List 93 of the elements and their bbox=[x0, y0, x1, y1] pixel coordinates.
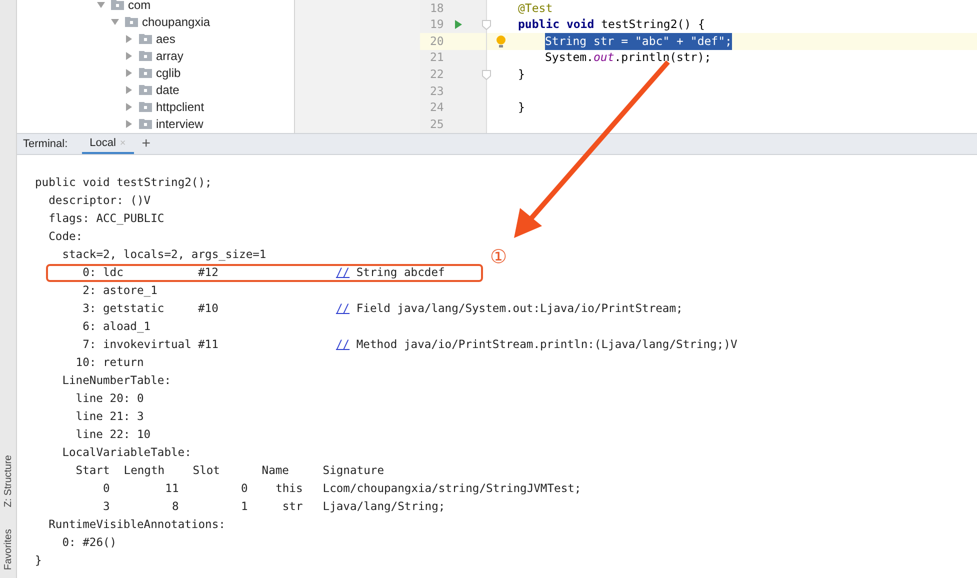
tree-item-label[interactable]: cglib bbox=[156, 64, 181, 82]
table-cell-text: 0 bbox=[102, 480, 110, 497]
line-number: 20 bbox=[430, 32, 445, 50]
tree-item-label[interactable]: aes bbox=[156, 30, 176, 48]
code-token: } bbox=[518, 66, 525, 84]
table-cell-text: Lcom/choupangxia/string/StringJVMTest; bbox=[322, 480, 582, 497]
table-cell-text: str bbox=[281, 498, 303, 515]
tool-window-tab[interactable]: Favorites bbox=[0, 528, 16, 570]
run-icon[interactable] bbox=[454, 20, 462, 30]
line-number: 23 bbox=[430, 82, 445, 100]
table-header: Length bbox=[124, 462, 166, 479]
line-number: 22 bbox=[430, 66, 445, 84]
terminal-line: 0: #26() bbox=[62, 534, 117, 551]
instruction-opcode: aload_1 bbox=[102, 318, 152, 335]
instruction-operand: #12 bbox=[198, 264, 220, 281]
tree-item-label[interactable]: com bbox=[128, 0, 151, 14]
instruction-comment: String abcdef bbox=[356, 264, 445, 281]
comment-link[interactable]: // bbox=[336, 336, 350, 354]
folder-icon bbox=[139, 118, 152, 129]
line-number: 21 bbox=[430, 49, 445, 66]
code-token: .println(str); bbox=[614, 49, 712, 66]
terminal-line: descriptor: ()V bbox=[48, 192, 151, 209]
folder-icon bbox=[139, 67, 152, 78]
lightbulb-icon[interactable] bbox=[496, 34, 506, 48]
tree-item-label[interactable]: interview bbox=[156, 114, 204, 132]
table-cell-text: this bbox=[274, 480, 303, 497]
add-tab-button[interactable]: + bbox=[142, 132, 151, 156]
terminal-line: } bbox=[35, 552, 42, 569]
code-token: public void bbox=[518, 16, 596, 34]
table-cell-text: 0 bbox=[240, 480, 248, 497]
tree-item-label[interactable]: httpclient bbox=[156, 98, 204, 116]
folder-icon bbox=[139, 50, 152, 61]
callout-number: ① bbox=[490, 245, 508, 270]
instruction-opcode: getstatic bbox=[102, 300, 166, 317]
terminal-line: line 20: 0 bbox=[76, 390, 144, 407]
instruction-opcode: return bbox=[102, 354, 145, 371]
instruction-comment: Method java/io/PrintStream.println:(Ljava/lang/String;)V bbox=[356, 336, 738, 353]
table-cell-text: 1 bbox=[240, 498, 248, 515]
instruction-index: 3: bbox=[82, 300, 96, 317]
terminal-line: LocalVariableTable: bbox=[62, 444, 192, 461]
tool-window-tab[interactable]: Z: Structure bbox=[0, 454, 16, 507]
terminal-line: line 22: 10 bbox=[76, 426, 151, 443]
line-number: 19 bbox=[430, 16, 445, 34]
terminal-line: stack=2, locals=2, args_size=1 bbox=[62, 246, 266, 263]
line-number: 18 bbox=[430, 0, 445, 17]
code-token: System. bbox=[545, 49, 594, 66]
code-token: out bbox=[593, 49, 614, 66]
code-token: testString2() { bbox=[601, 16, 705, 34]
expand-arrow-icon[interactable] bbox=[97, 0, 107, 8]
terminal-label: Terminal: bbox=[23, 136, 68, 152]
instruction-index: 7: bbox=[82, 336, 96, 353]
terminal-line: LineNumberTable: bbox=[62, 372, 172, 389]
table-cell-text: 3 bbox=[102, 498, 110, 515]
table-cell-text: 11 bbox=[164, 480, 179, 497]
terminal-line: RuntimeVisibleAnnotations: bbox=[48, 516, 226, 533]
table-header: Start bbox=[76, 462, 110, 479]
terminal-tab[interactable]: Local × bbox=[82, 134, 134, 154]
code-token: String str = "abc" + "def"; bbox=[545, 32, 732, 50]
folder-icon bbox=[139, 84, 152, 95]
table-header: Signature bbox=[322, 462, 384, 479]
terminal-line: Code: bbox=[48, 228, 83, 245]
instruction-index: 2: bbox=[82, 282, 96, 299]
comment-link[interactable]: // bbox=[336, 300, 350, 318]
instruction-operand: #11 bbox=[198, 336, 220, 353]
expand-arrow-icon[interactable] bbox=[111, 18, 121, 26]
instruction-index: 0: bbox=[82, 264, 96, 281]
instruction-comment: Field java/lang/System.out:Ljava/io/PrintStream; bbox=[356, 300, 683, 317]
instruction-operand: #10 bbox=[198, 300, 220, 317]
table-header: Name bbox=[262, 462, 290, 479]
code-token: } bbox=[518, 99, 525, 116]
tree-item-label[interactable]: choupangxia bbox=[142, 12, 210, 30]
fold-marker-icon[interactable] bbox=[482, 20, 491, 30]
instruction-opcode: ldc bbox=[102, 264, 124, 281]
fold-marker-icon[interactable] bbox=[482, 70, 491, 80]
table-cell-text: Ljava/lang/String; bbox=[322, 498, 446, 515]
line-number: 25 bbox=[430, 116, 445, 133]
folder-icon bbox=[125, 16, 138, 27]
instruction-opcode: invokevirtual bbox=[102, 336, 192, 353]
tree-item-label[interactable]: array bbox=[156, 46, 184, 64]
line-number: 24 bbox=[430, 99, 445, 116]
folder-icon bbox=[139, 101, 152, 112]
tree-item-label[interactable]: date bbox=[156, 80, 180, 98]
instruction-index: 6: bbox=[82, 318, 96, 335]
terminal-line: public void testString2(); bbox=[35, 174, 212, 191]
instruction-index: 10: bbox=[76, 354, 96, 371]
terminal-line: flags: ACC_PUBLIC bbox=[48, 210, 164, 227]
table-cell-text: 8 bbox=[170, 498, 179, 515]
terminal-line: line 21: 3 bbox=[76, 408, 144, 425]
table-header: Slot bbox=[192, 462, 221, 479]
instruction-opcode: astore_1 bbox=[102, 282, 158, 299]
comment-link[interactable]: // bbox=[336, 264, 350, 282]
code-token: @Test bbox=[518, 0, 553, 17]
folder-icon bbox=[139, 33, 152, 44]
